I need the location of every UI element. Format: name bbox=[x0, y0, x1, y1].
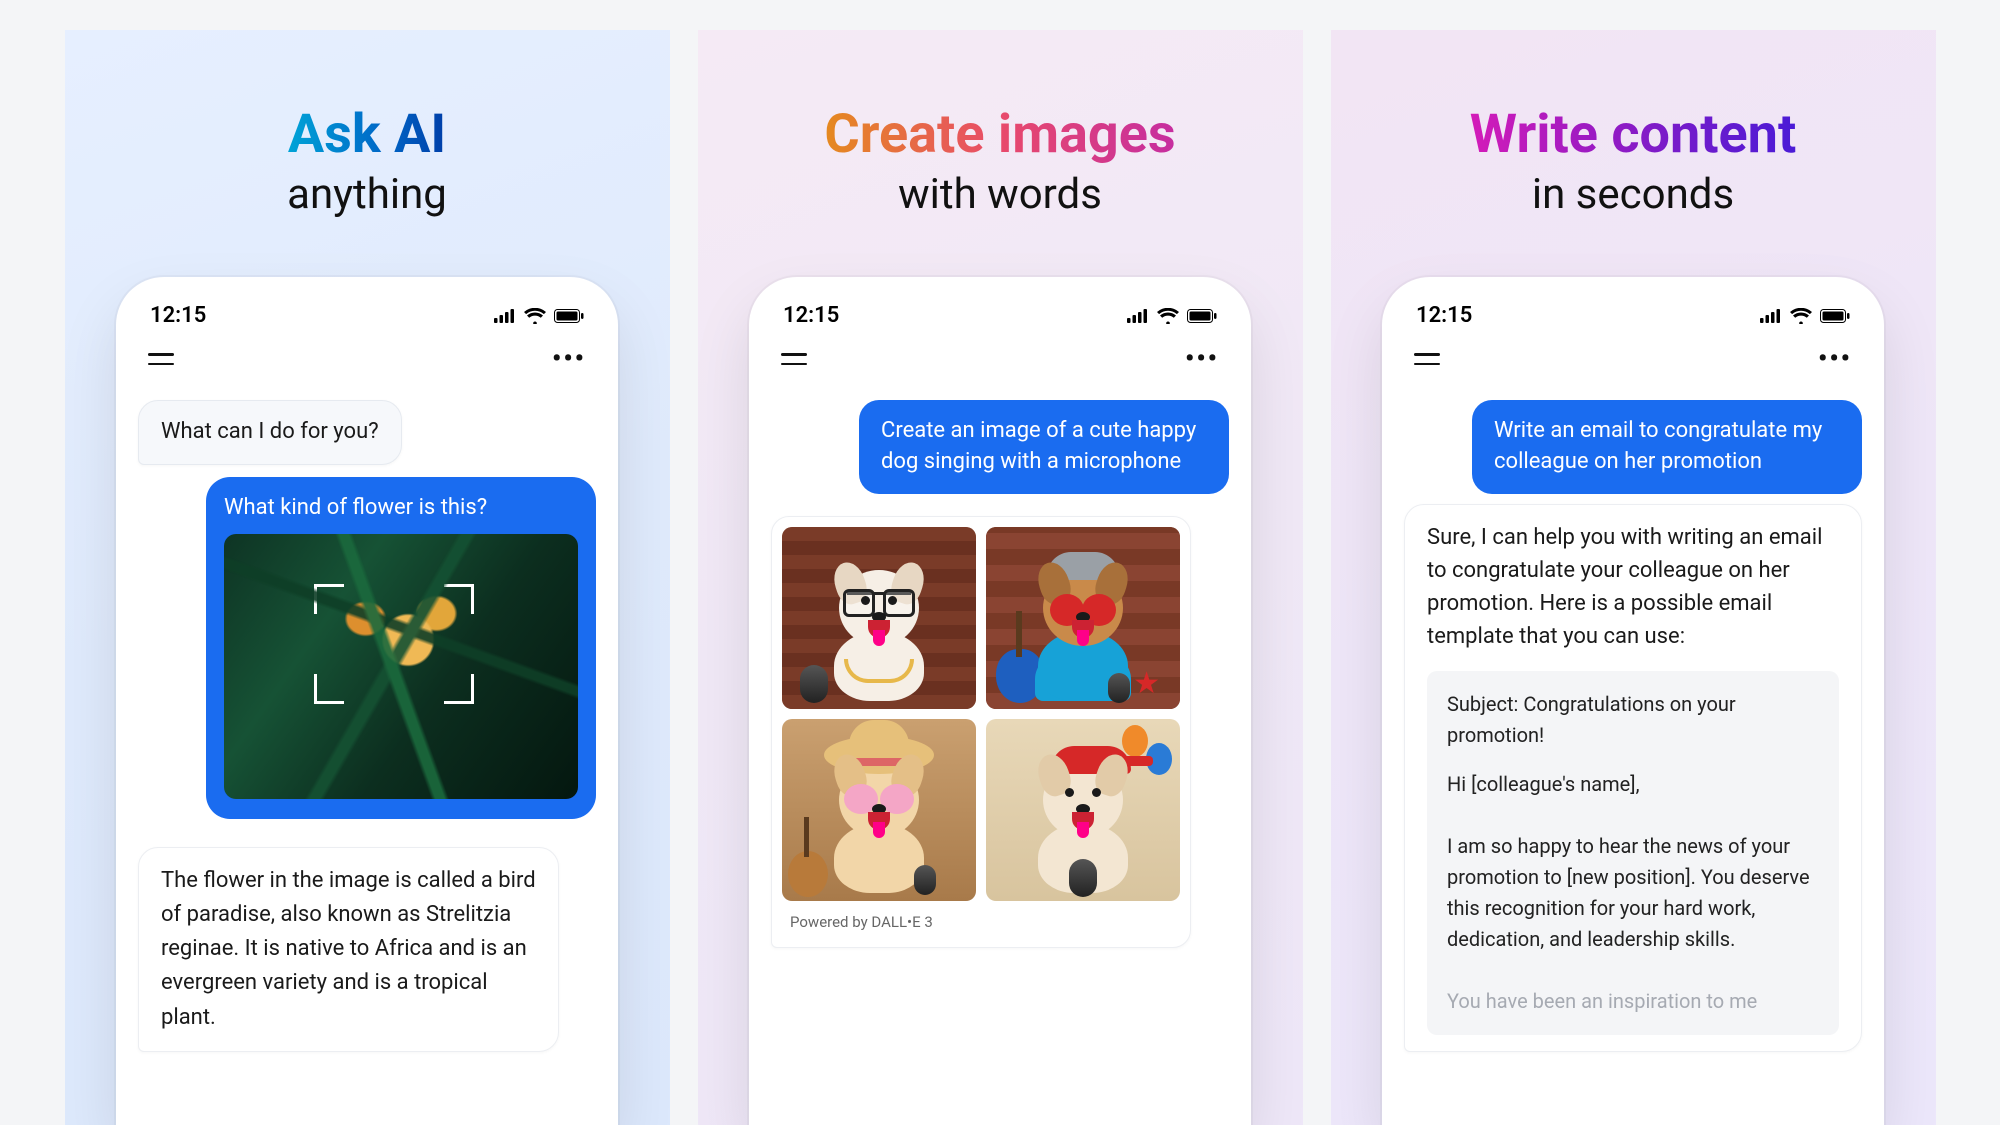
user-message: Write an email to congratulate my collea… bbox=[1472, 400, 1862, 494]
powered-by-label: Powered by DALL•E 3 bbox=[782, 901, 1180, 937]
status-time: 12:15 bbox=[1416, 303, 1472, 328]
subline: with words bbox=[898, 170, 1102, 219]
ai-answer-text: The flower in the image is called a bird… bbox=[161, 868, 536, 1029]
status-icons bbox=[1127, 308, 1217, 324]
generated-image[interactable] bbox=[986, 719, 1180, 901]
email-body-faded: You have been an inspiration to me bbox=[1447, 986, 1819, 1017]
wifi-icon bbox=[1790, 308, 1812, 324]
email-subject: Subject: Congratulations on your promoti… bbox=[1447, 689, 1819, 751]
phone-mockup: 12:15 ••• Create an image of a cute happ… bbox=[749, 277, 1251, 1125]
status-icons bbox=[1760, 308, 1850, 324]
generated-image[interactable] bbox=[782, 527, 976, 709]
cellular-icon bbox=[1127, 309, 1149, 323]
ai-response: Sure, I can help you with writing an ema… bbox=[1404, 504, 1862, 1052]
status-bar: 12:15 bbox=[1404, 303, 1862, 342]
ai-intro-text: Sure, I can help you with writing an ema… bbox=[1427, 525, 1822, 649]
menu-icon[interactable] bbox=[1414, 350, 1440, 368]
user-image-message: What kind of flower is this? bbox=[206, 477, 596, 819]
more-icon[interactable]: ••• bbox=[1818, 346, 1852, 372]
user-message: Create an image of a cute happy dog sing… bbox=[859, 400, 1229, 494]
headline: Create images bbox=[824, 105, 1175, 164]
phone-mockup: 12:15 ••• What can I do for you? What ki… bbox=[116, 277, 618, 1125]
more-icon[interactable]: ••• bbox=[552, 346, 586, 372]
attached-photo[interactable] bbox=[224, 534, 578, 799]
user-prompt-text: Write an email to congratulate my collea… bbox=[1494, 418, 1822, 474]
cellular-icon bbox=[494, 309, 516, 323]
ai-answer: The flower in the image is called a bird… bbox=[138, 847, 559, 1051]
feature-panel-ask: Ask AI anything 12:15 ••• What can I do … bbox=[65, 30, 670, 1125]
user-prompt-text: Create an image of a cute happy dog sing… bbox=[881, 418, 1196, 474]
menu-icon[interactable] bbox=[781, 350, 807, 368]
headline: Write content bbox=[1470, 105, 1796, 164]
email-body: I am so happy to hear the news of your p… bbox=[1447, 831, 1819, 955]
status-bar: 12:15 bbox=[138, 303, 596, 342]
app-nav: ••• bbox=[771, 342, 1229, 390]
status-icons bbox=[494, 308, 584, 324]
generated-images-card: ★ Powered by DALL•E 3 bbox=[771, 516, 1191, 948]
subline: in seconds bbox=[1532, 170, 1734, 219]
status-bar: 12:15 bbox=[771, 303, 1229, 342]
app-nav: ••• bbox=[1404, 342, 1862, 390]
battery-icon bbox=[554, 309, 584, 323]
focus-frame-icon bbox=[314, 584, 474, 704]
subline: anything bbox=[287, 170, 447, 219]
user-question-text: What kind of flower is this? bbox=[224, 495, 578, 520]
battery-icon bbox=[1820, 309, 1850, 323]
ai-greeting-text: What can I do for you? bbox=[161, 419, 379, 444]
status-time: 12:15 bbox=[150, 303, 206, 328]
ai-message: What can I do for you? bbox=[138, 400, 402, 465]
app-nav: ••• bbox=[138, 342, 596, 390]
wifi-icon bbox=[1157, 308, 1179, 324]
status-time: 12:15 bbox=[783, 303, 839, 328]
generated-image[interactable] bbox=[782, 719, 976, 901]
battery-icon bbox=[1187, 309, 1217, 323]
phone-mockup: 12:15 ••• Write an email to congratulate… bbox=[1382, 277, 1884, 1125]
email-template: Subject: Congratulations on your promoti… bbox=[1427, 671, 1839, 1035]
feature-panel-write: Write content in seconds 12:15 ••• Write… bbox=[1331, 30, 1936, 1125]
menu-icon[interactable] bbox=[148, 350, 174, 368]
headline: Ask AI bbox=[288, 105, 446, 164]
email-greeting: Hi [colleague's name], bbox=[1447, 769, 1819, 800]
cellular-icon bbox=[1760, 309, 1782, 323]
feature-panel-images: Create images with words 12:15 ••• Creat… bbox=[698, 30, 1303, 1125]
more-icon[interactable]: ••• bbox=[1185, 346, 1219, 372]
wifi-icon bbox=[524, 308, 546, 324]
generated-image[interactable]: ★ bbox=[986, 527, 1180, 709]
